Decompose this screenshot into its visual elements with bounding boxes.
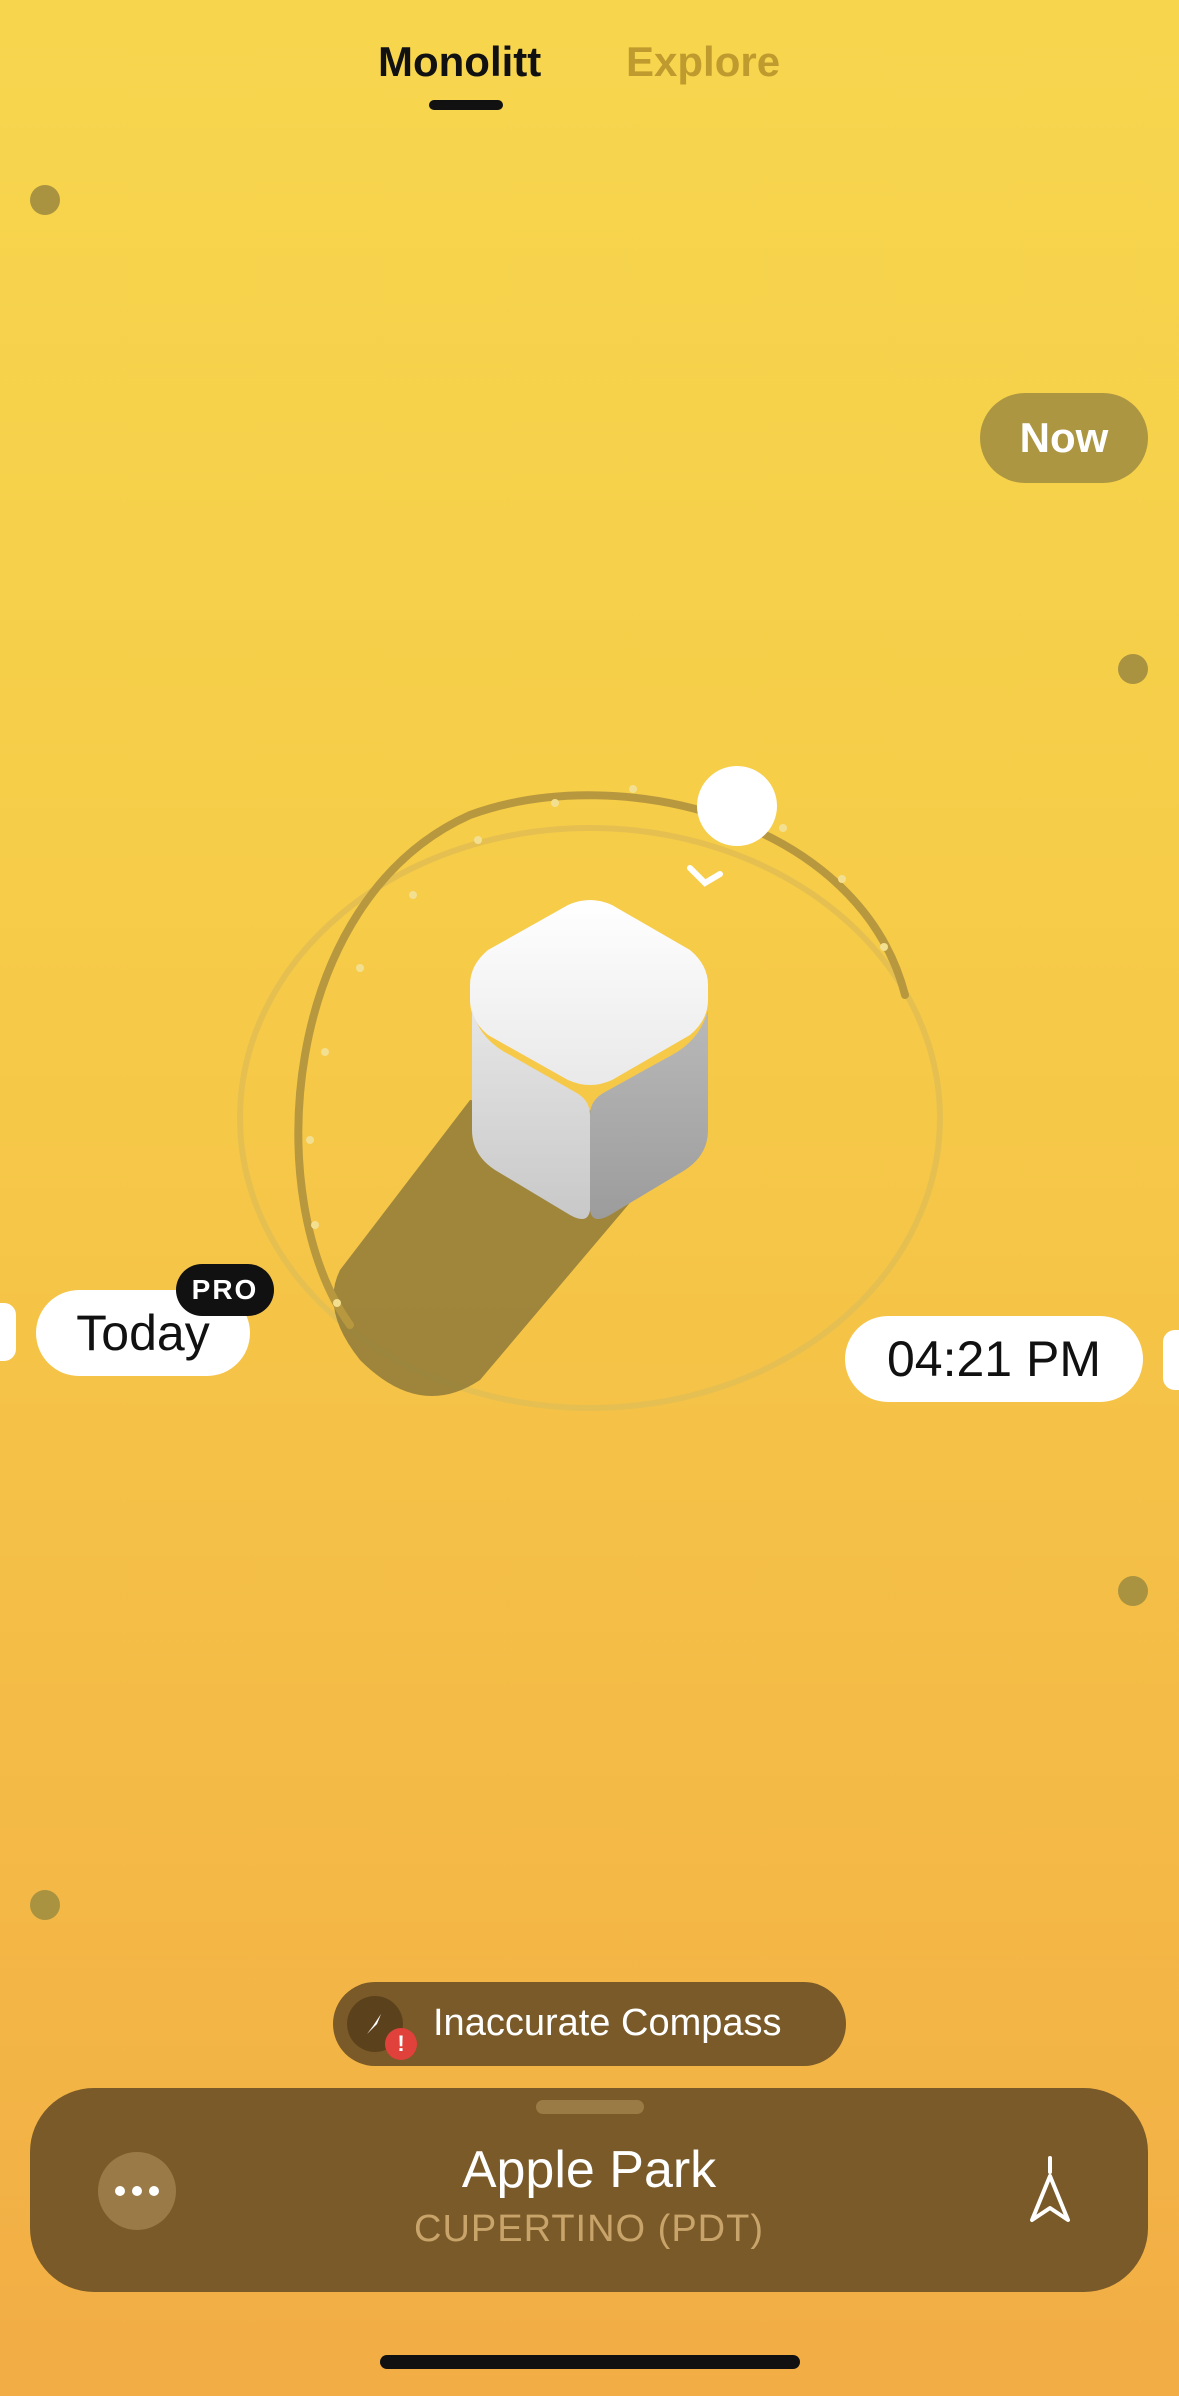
home-indicator[interactable] (380, 2355, 800, 2369)
navigation-arrow-icon[interactable] (1010, 2152, 1090, 2232)
sheet-grabber[interactable] (536, 2100, 644, 2114)
location-subtitle: CUPERTINO (PDT) (414, 2208, 764, 2250)
sun-position-handle[interactable] (697, 766, 777, 846)
compass-warning-text: Inaccurate Compass (433, 2002, 782, 2044)
sun-dial-scene (237, 766, 943, 1411)
decorative-dot (1118, 1576, 1148, 1606)
location-card[interactable]: Apple Park CUPERTINO (PDT) (30, 2088, 1148, 2292)
monolith-cube (470, 900, 708, 1219)
alert-icon: ! (385, 2028, 417, 2060)
location-name: Apple Park (461, 2141, 717, 2199)
previous-day-edge[interactable] (0, 1303, 16, 1361)
decorative-dot (30, 1890, 60, 1920)
time-display[interactable]: 04:21 PM (845, 1316, 1143, 1402)
inaccurate-compass-banner[interactable]: ! Inaccurate Compass (333, 1982, 846, 2066)
next-time-edge[interactable] (1163, 1330, 1179, 1390)
heading-chevron-icon (687, 865, 723, 887)
pro-badge: PRO (176, 1264, 274, 1316)
